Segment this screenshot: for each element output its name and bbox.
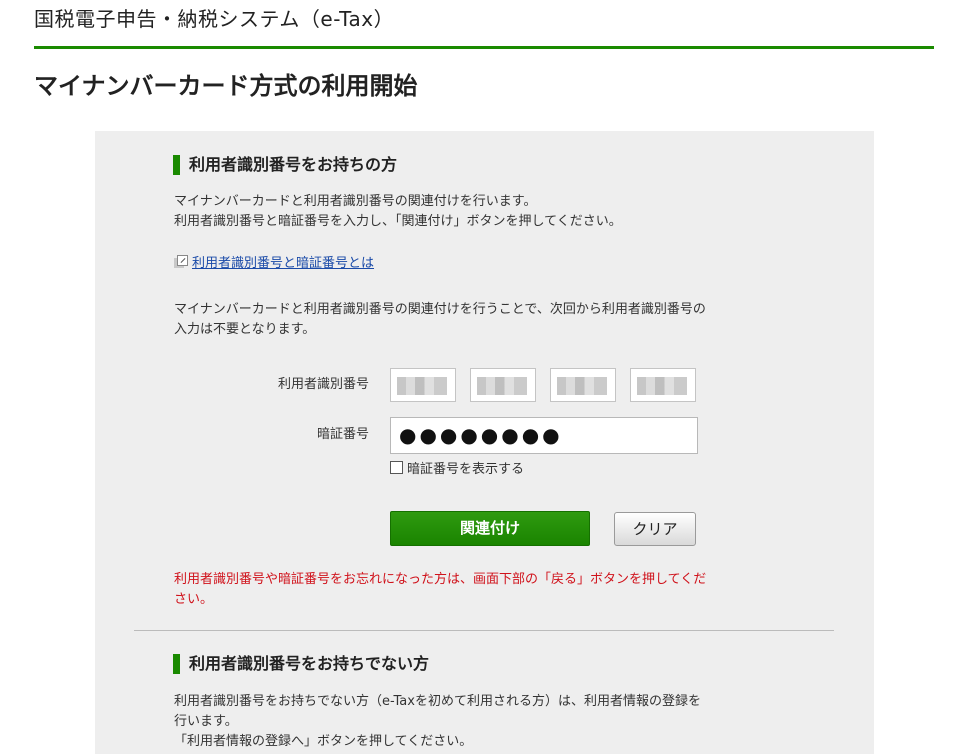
note-line-1: マイナンバーカードと利用者識別番号の関連付けを行うことで、次回から利用者識別番号… <box>174 302 706 317</box>
external-link-icon <box>174 255 188 269</box>
without-id-line-1: 利用者識別番号をお持ちでない方（e-Taxを初めて利用される方）は、利用者情報の… <box>174 694 701 709</box>
pin-label: 暗証番号 <box>316 427 369 442</box>
forgot-warning: 利用者識別番号や暗証番号をお忘れになった方は、画面下部の「戻る」ボタンを押してく… <box>174 570 794 610</box>
intro-line-2: 利用者識別番号と暗証番号を入力し、「関連付け」ボタンを押してください。 <box>174 214 622 229</box>
masked-value <box>477 377 527 395</box>
note-line-2: 入力は不要となります。 <box>174 322 316 337</box>
help-link-row: 利用者識別番号と暗証番号とは <box>174 254 374 274</box>
masked-value <box>397 377 447 395</box>
user-id-field-1[interactable] <box>390 368 456 402</box>
section-divider <box>134 630 834 631</box>
intro-text: マイナンバーカードと利用者識別番号の関連付けを行います。 利用者識別番号と暗証番… <box>174 192 814 232</box>
pin-input[interactable]: ●●●●●●●● <box>390 417 698 454</box>
page: 国税電子申告・納税システム（e-Tax） マイナンバーカード方式の利用開始 利用… <box>0 0 971 754</box>
show-pin-label: 暗証番号を表示する <box>407 462 525 477</box>
user-id-label: 利用者識別番号 <box>277 377 369 392</box>
user-id-field-4[interactable] <box>630 368 696 402</box>
page-title: マイナンバーカード方式の利用開始 <box>34 72 418 100</box>
site-header: 国税電子申告・納税システム（e-Tax） <box>34 6 934 49</box>
masked-value <box>637 377 687 395</box>
content-panel: 利用者識別番号をお持ちの方 マイナンバーカードと利用者識別番号の関連付けを行いま… <box>95 131 874 754</box>
clear-button[interactable]: クリア <box>614 512 696 546</box>
without-id-line-3: 「利用者情報の登録へ」ボタンを押してください。 <box>174 734 473 749</box>
without-id-line-2: 行います。 <box>174 714 238 729</box>
user-id-field-3[interactable] <box>550 368 616 402</box>
masked-value <box>557 377 607 395</box>
note-text: マイナンバーカードと利用者識別番号の関連付けを行うことで、次回から利用者識別番号… <box>174 300 814 340</box>
help-link[interactable]: 利用者識別番号と暗証番号とは <box>192 256 374 271</box>
section-heading-with-id: 利用者識別番号をお持ちの方 <box>173 154 397 176</box>
without-id-text: 利用者識別番号をお持ちでない方（e-Taxを初めて利用される方）は、利用者情報の… <box>174 692 814 752</box>
warning-line-1: 利用者識別番号や暗証番号をお忘れになった方は、画面下部の「戻る」ボタンを押してく… <box>174 572 707 587</box>
show-pin-checkbox[interactable] <box>390 461 403 474</box>
section-heading-without-id: 利用者識別番号をお持ちでない方 <box>173 653 429 675</box>
show-pin-toggle[interactable]: 暗証番号を表示する <box>390 460 524 480</box>
intro-line-1: マイナンバーカードと利用者識別番号の関連付けを行います。 <box>174 194 537 209</box>
site-title: 国税電子申告・納税システム（e-Tax） <box>34 7 395 31</box>
link-button[interactable]: 関連付け <box>390 511 590 546</box>
warning-line-2: さい。 <box>174 592 214 607</box>
user-id-field-2[interactable] <box>470 368 536 402</box>
